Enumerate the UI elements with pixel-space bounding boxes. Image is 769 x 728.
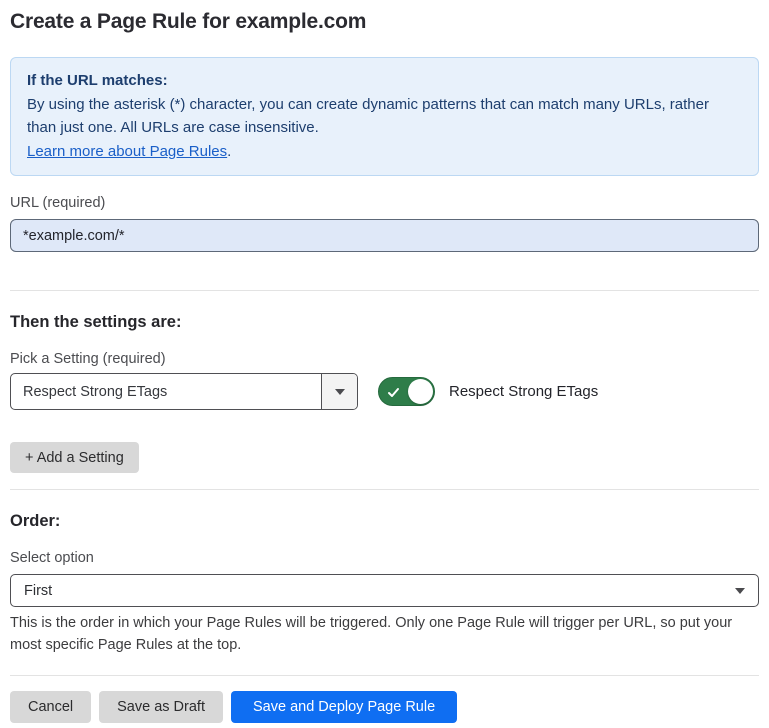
divider	[10, 290, 759, 291]
save-deploy-button[interactable]: Save and Deploy Page Rule	[231, 691, 457, 723]
page-title: Create a Page Rule for example.com	[10, 10, 759, 34]
url-match-info-box: If the URL matches: By using the asteris…	[10, 57, 759, 176]
order-select-value: First	[24, 583, 52, 599]
add-setting-button[interactable]: + Add a Setting	[10, 442, 139, 473]
setting-select-arrow-button[interactable]	[321, 374, 357, 409]
order-select-label: Select option	[10, 550, 759, 566]
setting-select[interactable]: Respect Strong ETags	[10, 373, 358, 410]
order-section-heading: Order:	[10, 511, 759, 531]
info-box-heading: If the URL matches:	[27, 69, 742, 93]
order-help-text: This is the order in which your Page Rul…	[10, 612, 759, 656]
save-draft-button[interactable]: Save as Draft	[99, 691, 223, 723]
setting-row: Respect Strong ETags Respect Strong ETag…	[10, 373, 759, 410]
setting-toggle[interactable]	[378, 377, 435, 406]
toggle-label: Respect Strong ETags	[449, 383, 598, 400]
divider	[10, 489, 759, 490]
toggle-knob	[408, 379, 433, 404]
chevron-down-icon	[735, 588, 745, 594]
divider	[10, 675, 759, 676]
url-input[interactable]	[10, 219, 759, 252]
info-box-body: By using the asterisk (*) character, you…	[27, 93, 742, 140]
check-icon	[387, 386, 400, 399]
setting-select-value: Respect Strong ETags	[11, 374, 321, 409]
link-period: .	[227, 143, 231, 160]
url-field-label: URL (required)	[10, 195, 759, 211]
learn-more-link[interactable]: Learn more about Page Rules	[27, 143, 227, 160]
pick-setting-label: Pick a Setting (required)	[10, 351, 759, 367]
create-page-rule-form: Create a Page Rule for example.com If th…	[0, 10, 769, 723]
settings-section-heading: Then the settings are:	[10, 312, 759, 332]
cancel-button[interactable]: Cancel	[10, 691, 91, 723]
info-box-link-line: Learn more about Page Rules.	[27, 140, 742, 164]
chevron-down-icon	[335, 389, 345, 395]
form-actions: Cancel Save as Draft Save and Deploy Pag…	[10, 691, 759, 723]
order-select[interactable]: First	[10, 574, 759, 607]
